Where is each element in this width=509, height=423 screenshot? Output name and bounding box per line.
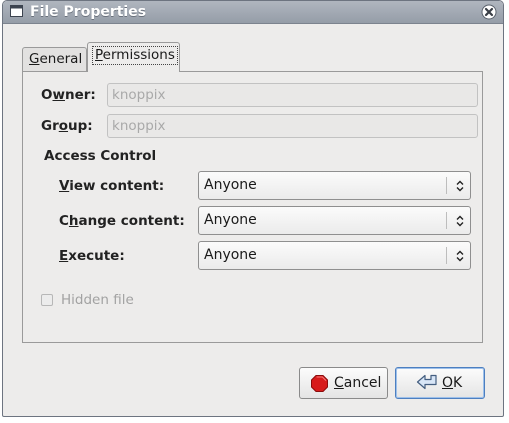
cancel-button[interactable]: Cancel	[299, 367, 388, 399]
tab-permissions-label: ermissions	[102, 47, 175, 63]
owner-label: Owner:	[41, 86, 96, 104]
up-down-arrows-icon	[456, 180, 464, 192]
change-content-label: Change content:	[59, 212, 185, 230]
owner-label-mnemonic: w	[52, 87, 65, 103]
tab-general-mnemonic: G	[29, 51, 40, 67]
up-down-arrows-icon	[456, 215, 464, 227]
hidden-file-checkbox[interactable]	[41, 294, 53, 306]
execute-label-rest: xecute:	[68, 248, 125, 264]
view-content-value: Anyone	[204, 177, 257, 193]
file-properties-dialog: File Properties General Permissions Owne…	[2, 0, 504, 417]
title-bar[interactable]: File Properties	[3, 1, 503, 24]
execute-label: Execute:	[59, 247, 125, 265]
change-content-label-rest: ange content:	[78, 213, 185, 229]
group-field: knoppix	[107, 114, 478, 138]
group-label: Group:	[41, 117, 93, 135]
ok-button[interactable]: OK	[395, 367, 485, 399]
tab-general-label: eneral	[39, 51, 83, 67]
combo-separator	[446, 212, 447, 229]
access-control-heading: Access Control	[44, 148, 157, 164]
up-down-arrows-icon	[456, 250, 464, 262]
change-content-label-prefix: C	[59, 213, 69, 229]
tab-permissions-mnemonic: P	[95, 47, 103, 63]
tab-permissions[interactable]: Permissions	[87, 42, 180, 72]
group-label-rest: up:	[68, 118, 93, 134]
view-content-label: View content:	[59, 177, 164, 195]
ok-mnemonic: O	[442, 375, 454, 391]
stop-icon	[311, 375, 328, 392]
owner-label-prefix: O	[41, 87, 53, 103]
execute-label-mnemonic: E	[59, 248, 69, 264]
view-content-combo[interactable]: Anyone	[198, 171, 471, 200]
return-arrow-icon	[416, 374, 437, 390]
tab-general[interactable]: General	[22, 47, 87, 71]
cancel-mnemonic: C	[334, 375, 344, 391]
window-title: File Properties	[30, 4, 147, 20]
window-icon[interactable]	[10, 5, 23, 17]
tab-permissions-focus: Permissions	[92, 46, 178, 65]
combo-separator	[446, 247, 447, 264]
change-content-label-mnemonic: h	[68, 213, 79, 229]
ok-button-label: OK	[442, 374, 462, 392]
view-content-label-rest: iew content:	[69, 178, 165, 194]
change-content-combo[interactable]: Anyone	[198, 206, 471, 235]
cancel-button-label: Cancel	[334, 374, 381, 392]
view-content-label-mnemonic: V	[59, 178, 70, 194]
close-icon[interactable]	[481, 4, 497, 20]
owner-field: knoppix	[107, 83, 478, 107]
ok-label-rest: K	[453, 375, 463, 391]
execute-combo[interactable]: Anyone	[198, 241, 471, 270]
combo-separator	[446, 177, 447, 194]
owner-label-rest: ner:	[64, 87, 96, 103]
group-label-mnemonic: o	[58, 118, 69, 134]
execute-value: Anyone	[204, 247, 257, 263]
change-content-value: Anyone	[204, 212, 257, 228]
cancel-label-rest: ancel	[343, 375, 382, 391]
group-label-prefix: Gr	[41, 118, 59, 134]
hidden-file-label: Hidden file	[61, 292, 134, 308]
